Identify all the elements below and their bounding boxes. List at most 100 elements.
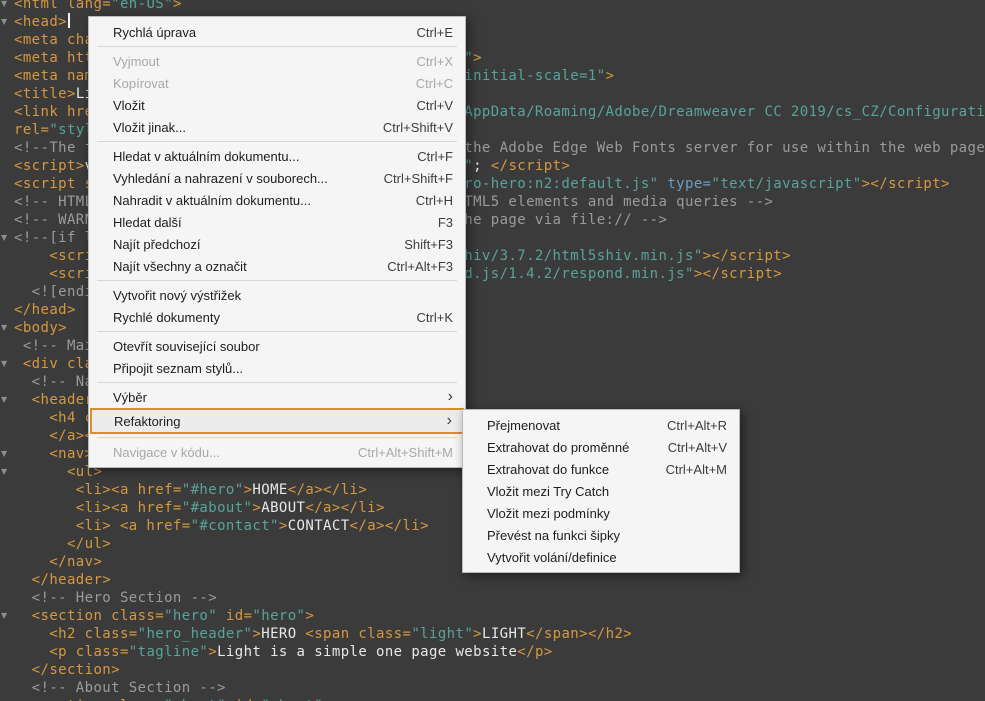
menu-item-vytvorit-volani-definice[interactable]: Vytvořit volání/definice [463,546,739,568]
code-segment: "tagline" [128,644,209,660]
menu-item-label: Hledat další [113,214,182,230]
fold-arrow-icon[interactable]: ▼ [1,17,12,27]
refactoring-submenu: Přejmenovat Ctrl+Alt+R Extrahovat do promě… [462,409,740,573]
code-segment: <li><a href= [14,482,182,498]
submenu-arrow-icon: › [447,388,453,405]
menu-item-vyhledani-a-nahrazeni-v-souborech[interactable]: Vyhledání a nahrazení v souborech... Ctrl… [89,167,465,189]
code-segment: <nav> [14,446,94,462]
menu-shortcut: Ctrl+F [417,148,453,164]
code-segment: <h2 class= [14,626,138,642]
code-segment: </a></li> [349,518,429,534]
menu-item-label: Nahradit v aktuálním dokumentu... [113,192,311,208]
code-segment: > [208,644,218,660]
code-segment: rel= [14,122,50,138]
context-menu: Rychlá úprava Ctrl+E Vyjmout Ctrl+X Kopírova… [88,16,466,468]
menu-item-label: Extrahovat do proměnné [487,439,630,455]
menu-item-label: Vložit jinak... [113,119,186,135]
code-segment: "#hero" [181,482,244,498]
menu-separator [97,382,457,383]
menu-item-vytvorit-novy-vystrizek[interactable]: Vytvořit nový výstřižek [89,284,465,306]
code-line[interactable]: <html lang="en-US"> [14,0,985,13]
menu-item-extrahovat-do-promenne[interactable]: Extrahovat do proměnné Ctrl+Alt+V [463,436,739,458]
code-segment: "hero_header" [137,626,253,642]
code-segment: > [252,500,262,516]
code-line[interactable]: <section class="about" id="about"> [14,697,985,701]
menu-item-label: Připojit seznam stylů... [113,360,244,376]
menu-item-vlozit[interactable]: Vložit Ctrl+V [89,94,465,116]
menu-item-hledat-v-aktualnim-dokumentu[interactable]: Hledat v aktuálním dokumentu... Ctrl+F [89,145,465,167]
menu-item-label: Vyhledání a nahrazení v souborech... [113,170,328,186]
menu-item-label: Převést na funkci šipky [487,527,620,543]
menu-item-prejmenovat[interactable]: Přejmenovat Ctrl+Alt+R [463,414,739,436]
menu-item-refaktoring[interactable]: Refaktoring › [90,408,464,434]
code-segment: <body> [14,320,67,336]
code-segment: <p class= [14,644,129,660]
code-line[interactable]: <!-- About Section --> [14,679,985,697]
code-line[interactable]: <h2 class="hero_header">HERO <span class… [14,625,985,643]
fold-arrow-icon[interactable]: ▼ [1,395,12,405]
menu-shortcut: Ctrl+C [415,75,453,91]
menu-item-label: Najít všechny a označit [113,258,247,274]
fold-arrow-icon[interactable]: ▼ [1,467,12,477]
menu-separator [97,46,457,47]
code-segment: > [252,626,262,642]
menu-item-najit-vsechny-a-oznacit[interactable]: Najít všechny a označit Ctrl+Alt+F3 [89,255,465,277]
code-segment: "#about" [181,500,253,516]
code-segment: > [172,0,182,12]
menu-item-label: Najít předchozí [113,236,201,252]
code-segment: > [305,608,315,624]
code-segment: </ul> [14,536,112,552]
menu-separator [97,331,457,332]
code-line[interactable]: <section class="hero" id="hero"> [14,607,985,625]
menu-item-najit-predchozi[interactable]: Najít předchozí Shift+F3 [89,233,465,255]
menu-item-label: Vložit [113,97,145,113]
menu-shortcut: Ctrl+E [416,24,453,40]
menu-separator [97,280,457,281]
menu-item-vlozit-mezi-try-catch[interactable]: Vložit mezi Try Catch [463,480,739,502]
code-line[interactable]: </header> [14,571,985,589]
menu-item-label: Kopírovat [113,75,169,91]
code-segment: <!-- Hero Section --> [14,590,218,606]
code-segment: "hero" [164,608,218,624]
code-segment: CONTACT [287,518,350,534]
menu-item-vlozit-jinak[interactable]: Vložit jinak... Ctrl+Shift+V [89,116,465,138]
menu-item-label: Vytvořit volání/definice [487,549,617,565]
menu-item-nahradit-v-aktualnim-dokumentu[interactable]: Nahradit v aktuálním dokumentu... Ctrl+H [89,189,465,211]
code-segment: </nav> [14,554,103,570]
menu-item-prevest-na-funkci-sipky[interactable]: Převést na funkci šipky [463,524,739,546]
menu-item-rychle-dokumenty[interactable]: Rychlé dokumenty Ctrl+K [89,306,465,328]
menu-item-vyber[interactable]: Výběr › [89,386,465,408]
menu-item-rychla-uprava[interactable]: Rychlá úprava Ctrl+E [89,21,465,43]
fold-arrow-icon[interactable]: ▼ [1,359,12,369]
menu-item-otevrit-souvisejici-soubor[interactable]: Otevřít související soubor [89,335,465,357]
menu-item-label: Navigace v kódu... [113,444,220,460]
menu-item-hledat-dalsi[interactable]: Hledat další F3 [89,211,465,233]
menu-shortcut: Ctrl+K [416,309,453,325]
fold-arrow-icon[interactable]: ▼ [1,611,12,621]
menu-shortcut: Ctrl+Alt+Shift+M [357,444,453,460]
code-segment: <li> <a href= [14,518,191,534]
code-line[interactable]: <!-- Hero Section --> [14,589,985,607]
fold-arrow-icon[interactable]: ▼ [1,323,12,333]
menu-item-vlozit-mezi-podminky[interactable]: Vložit mezi podmínky [463,502,739,524]
menu-item-extrahovat-do-funkce[interactable]: Extrahovat do funkce Ctrl+Alt+M [463,458,739,480]
code-line[interactable]: <p class="tagline">Light is a simple one… [14,643,985,661]
code-segment: "light" [411,626,474,642]
menu-shortcut: Ctrl+H [415,192,453,208]
code-segment: HERO [261,626,306,642]
menu-item-navigace-v-kodu: Navigace v kódu... Ctrl+Alt+Shift+M [89,441,465,463]
menu-item-pripojit-seznam-stylu[interactable]: Připojit seznam stylů... [89,357,465,379]
menu-shortcut: Ctrl+Alt+M [665,461,727,477]
code-segment: > [605,68,615,84]
fold-arrow-icon[interactable]: ▼ [1,0,12,9]
menu-item-label: Refaktoring [114,413,181,429]
menu-shortcut: Ctrl+X [416,53,453,69]
menu-shortcut: Shift+F3 [404,236,453,252]
menu-shortcut: Ctrl+Alt+R [667,417,727,433]
fold-arrow-icon[interactable]: ▼ [1,449,12,459]
fold-gutter: ▼▼▼▼▼▼▼▼▼▼ [0,0,13,701]
code-segment: </header> [14,572,112,588]
code-segment: LIGHT [482,626,527,642]
code-line[interactable]: </section> [14,661,985,679]
fold-arrow-icon[interactable]: ▼ [1,233,12,243]
